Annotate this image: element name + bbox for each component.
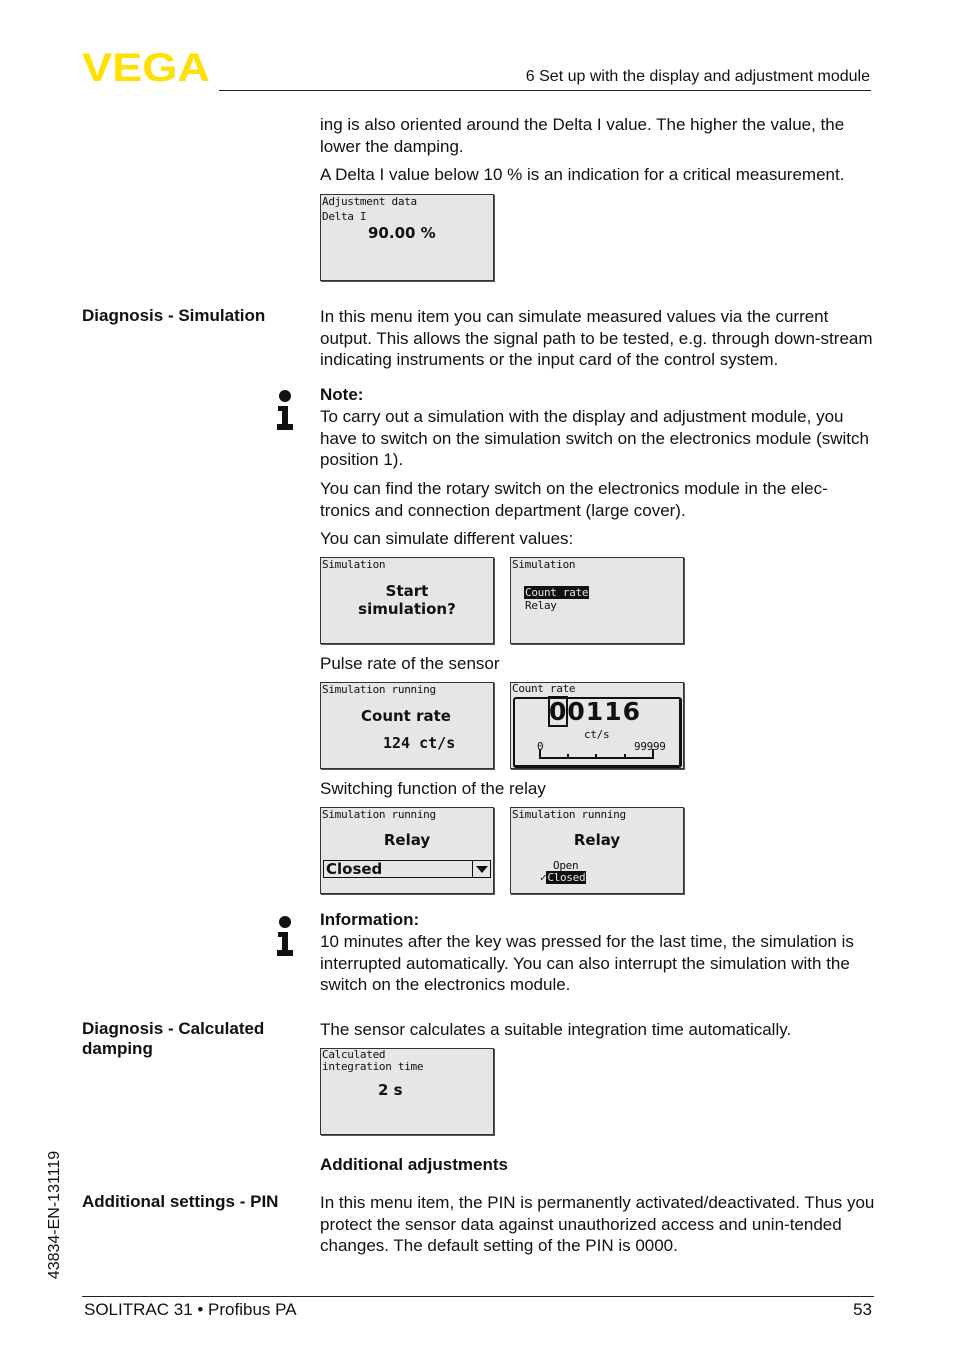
count-rate-edit-value[interactable]: 00116	[547, 696, 641, 727]
simulation-paragraph: In this menu item you can simulate measu…	[320, 307, 873, 369]
label-calculated-damping: Diagnosis - Calculated damping	[82, 1019, 265, 1058]
menu-item-count-rate[interactable]: Count rate	[524, 586, 590, 599]
info-icon	[277, 390, 293, 430]
pin-text: In this menu item, the PIN is permanentl…	[320, 1193, 875, 1255]
display-count-rate-edit: Count rate 00116 ct/s 0 99999	[510, 682, 684, 769]
intro-paragraph-2: A Delta I value below 10 % is an indicat…	[320, 165, 845, 184]
information-text: 10 minutes after the key was pressed for…	[320, 932, 854, 994]
display-line: integration time	[322, 1060, 424, 1073]
relay-select[interactable]: Closed	[323, 860, 491, 878]
chevron-down-icon[interactable]	[472, 861, 490, 877]
display-start-simulation: Simulation Start simulation?	[320, 557, 494, 644]
info-icon	[277, 916, 293, 956]
header-divider	[219, 90, 871, 91]
note-text: To carry out a simulation with the displ…	[320, 407, 869, 469]
display-relay-dropdown: Simulation running Relay Closed	[320, 807, 494, 894]
note-text-3: You can simulate different values:	[320, 529, 574, 548]
menu-item-relay[interactable]: Relay	[525, 600, 557, 612]
footer-divider	[82, 1296, 874, 1297]
section-title: 6 Set up with the display and adjustment…	[525, 68, 870, 85]
caption-pulse-rate: Pulse rate of the sensor	[320, 654, 500, 673]
caption-relay: Switching function of the relay	[320, 779, 546, 798]
display-title: Simulation running	[322, 808, 436, 821]
additional-heading: Additional adjustments	[320, 1155, 508, 1174]
note-text-2: You can find the rotary switch on the el…	[320, 479, 828, 520]
relay-label: Relay	[573, 831, 621, 849]
display-start-line1: Start	[385, 582, 429, 600]
calculated-damping-text: The sensor calculates a suitable integra…	[320, 1020, 792, 1039]
label-pin: Additional settings - PIN	[82, 1192, 279, 1211]
unit-label: ct/s	[584, 728, 610, 741]
display-simulation-menu: Simulation Count rate Relay	[510, 557, 684, 644]
display-title: Simulation	[512, 558, 576, 571]
display-line: Delta I	[322, 210, 367, 223]
edit-cursor-digit: 0	[547, 696, 569, 727]
delta-i-value: 90.00 %	[368, 224, 436, 242]
display-line: Adjustment data	[322, 195, 417, 208]
intro-paragraph-1: ing is also oriented around the Delta I …	[320, 115, 845, 156]
display-title: Count rate	[512, 682, 576, 695]
vega-logo: VEGA	[82, 50, 210, 84]
logo-text: VEGA	[82, 50, 210, 84]
display-title: Simulation	[322, 558, 386, 571]
count-rate-value: 124 ct/s	[383, 734, 456, 752]
document-id: 43834-EN-131119	[46, 1150, 63, 1280]
relay-label: Relay	[383, 831, 431, 849]
display-running-count-rate: Simulation running Count rate 124 ct/s	[320, 682, 494, 769]
footer-product: SOLITRAC 31 • Profibus PA	[84, 1300, 297, 1319]
display-title: Simulation running	[322, 683, 436, 696]
count-rate-label: Count rate	[361, 707, 451, 725]
note-title: Note:	[320, 385, 364, 404]
display-delta-i: Adjustment data Delta I 90.00 %	[320, 194, 494, 281]
display-start-line2: simulation?	[358, 600, 456, 618]
display-integration-time: Calculated integration time 2 s	[320, 1048, 494, 1135]
scale-bar	[539, 749, 654, 759]
information-title: Information:	[320, 910, 420, 929]
label-diagnosis-simulation: Diagnosis - Simulation	[82, 306, 266, 325]
display-title: Simulation running	[512, 808, 626, 821]
page-number: 53	[853, 1300, 872, 1319]
integration-time-value: 2 s	[378, 1081, 403, 1099]
option-closed[interactable]: ✓Closed	[540, 871, 587, 884]
display-relay-list: Simulation running Relay Open ✓Closed	[510, 807, 684, 894]
relay-select-value: Closed	[326, 860, 383, 878]
